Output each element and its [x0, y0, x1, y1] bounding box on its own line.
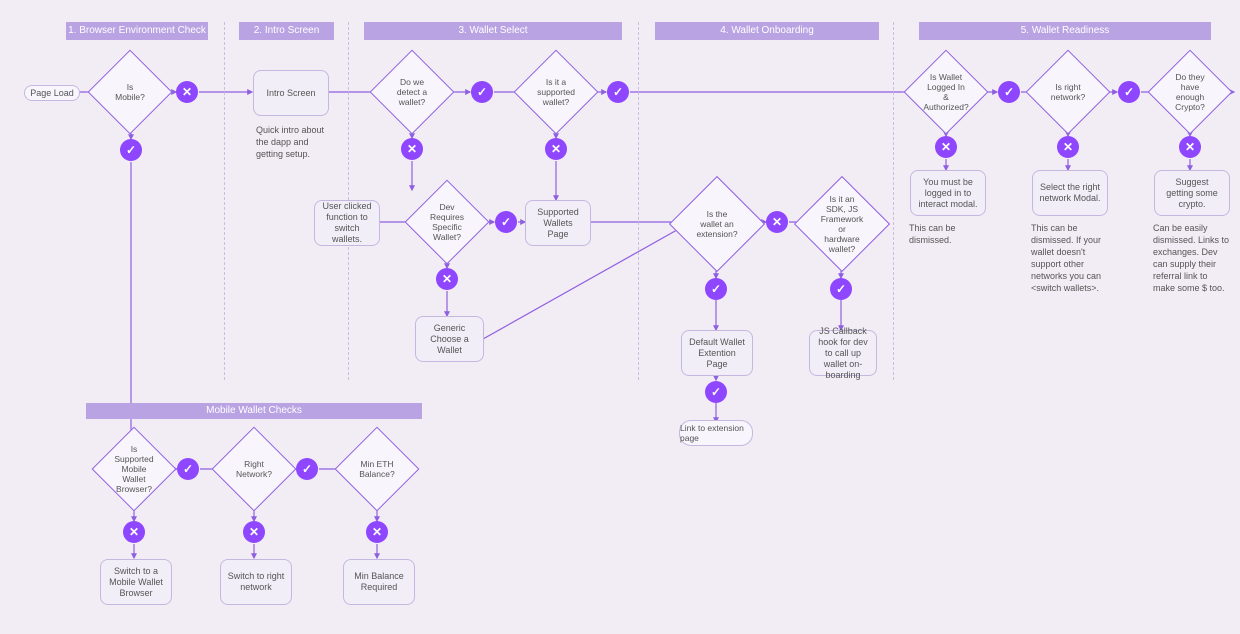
yes-icon: ✓ [705, 278, 727, 300]
section-header-mobile: Mobile Wallet Checks [86, 403, 422, 419]
yes-icon: ✓ [296, 458, 318, 480]
note-intro: Quick intro about the dapp and getting s… [256, 124, 334, 160]
decision-m-supported: Is Supported Mobile Wallet Browser? [104, 439, 164, 499]
no-icon: ✕ [766, 211, 788, 233]
node-suggest-crypto: Suggest getting some crypto. [1154, 170, 1230, 216]
section-header-1: 1. Browser Environment Check [66, 22, 208, 40]
yes-icon: ✓ [705, 381, 727, 403]
section-header-2: 2. Intro Screen [239, 22, 334, 40]
decision-logged-in: Is Wallet Logged In & Authorized? [916, 62, 976, 122]
node-user-switch: User clicked function to switch wallets. [314, 200, 380, 246]
decision-right-network: Is right network? [1038, 62, 1098, 122]
node-generic-choose: Generic Choose a Wallet [415, 316, 484, 362]
no-icon: ✕ [1179, 136, 1201, 158]
decision-is-mobile: Is Mobile? [100, 62, 160, 122]
section-header-5: 5. Wallet Readiness [919, 22, 1211, 40]
section-header-4: 4. Wallet Onboarding [655, 22, 879, 40]
node-m-switch-network: Switch to right network [220, 559, 292, 605]
node-m-min-balance: Min Balance Required [343, 559, 415, 605]
yes-icon: ✓ [830, 278, 852, 300]
no-icon: ✕ [401, 138, 423, 160]
yes-icon: ✓ [1118, 81, 1140, 103]
no-icon: ✕ [545, 138, 567, 160]
decision-m-balance: Min ETH Balance? [347, 439, 407, 499]
separator [224, 22, 225, 380]
yes-icon: ✓ [607, 81, 629, 103]
yes-icon: ✓ [471, 81, 493, 103]
decision-is-sdk: Is it an SDK, JS Framework or hardware w… [808, 190, 876, 258]
node-m-switch-browser: Switch to a Mobile Wallet Browser [100, 559, 172, 605]
node-page-load: Page Load [24, 85, 80, 101]
no-icon: ✕ [436, 268, 458, 290]
node-intro-screen: Intro Screen [253, 70, 329, 116]
no-icon: ✕ [123, 521, 145, 543]
no-icon: ✕ [176, 81, 198, 103]
note-select-network: This can be dismissed. If your wallet do… [1031, 222, 1109, 294]
yes-icon: ✓ [998, 81, 1020, 103]
no-icon: ✕ [1057, 136, 1079, 158]
decision-m-network: Right Network? [224, 439, 284, 499]
node-select-network: Select the right network Modal. [1032, 170, 1108, 216]
decision-is-extension: Is the wallet an extension? [683, 190, 751, 258]
node-js-callback: JS Callback hook for dev to call up wall… [809, 330, 877, 376]
no-icon: ✕ [366, 521, 388, 543]
section-header-3: 3. Wallet Select [364, 22, 622, 40]
yes-icon: ✓ [177, 458, 199, 480]
decision-dev-specific: Dev Requires Specific Wallet? [417, 192, 477, 252]
no-icon: ✕ [935, 136, 957, 158]
yes-icon: ✓ [495, 211, 517, 233]
decision-supported-wallet: Is it a supported wallet? [526, 62, 586, 122]
separator [893, 22, 894, 380]
separator [638, 22, 639, 380]
decision-detect-wallet: Do we detect a wallet? [382, 62, 442, 122]
yes-icon: ✓ [120, 139, 142, 161]
note-must-login: This can be dismissed. [909, 222, 987, 246]
node-link-ext: Link to extension page [679, 420, 753, 446]
node-must-login: You must be logged in to interact modal. [910, 170, 986, 216]
no-icon: ✕ [243, 521, 265, 543]
node-default-ext: Default Wallet Extention Page [681, 330, 753, 376]
decision-enough-crypto: Do they have enough Crypto? [1160, 62, 1220, 122]
node-supported-page: Supported Wallets Page [525, 200, 591, 246]
note-suggest-crypto: Can be easily dismissed. Links to exchan… [1153, 222, 1231, 294]
